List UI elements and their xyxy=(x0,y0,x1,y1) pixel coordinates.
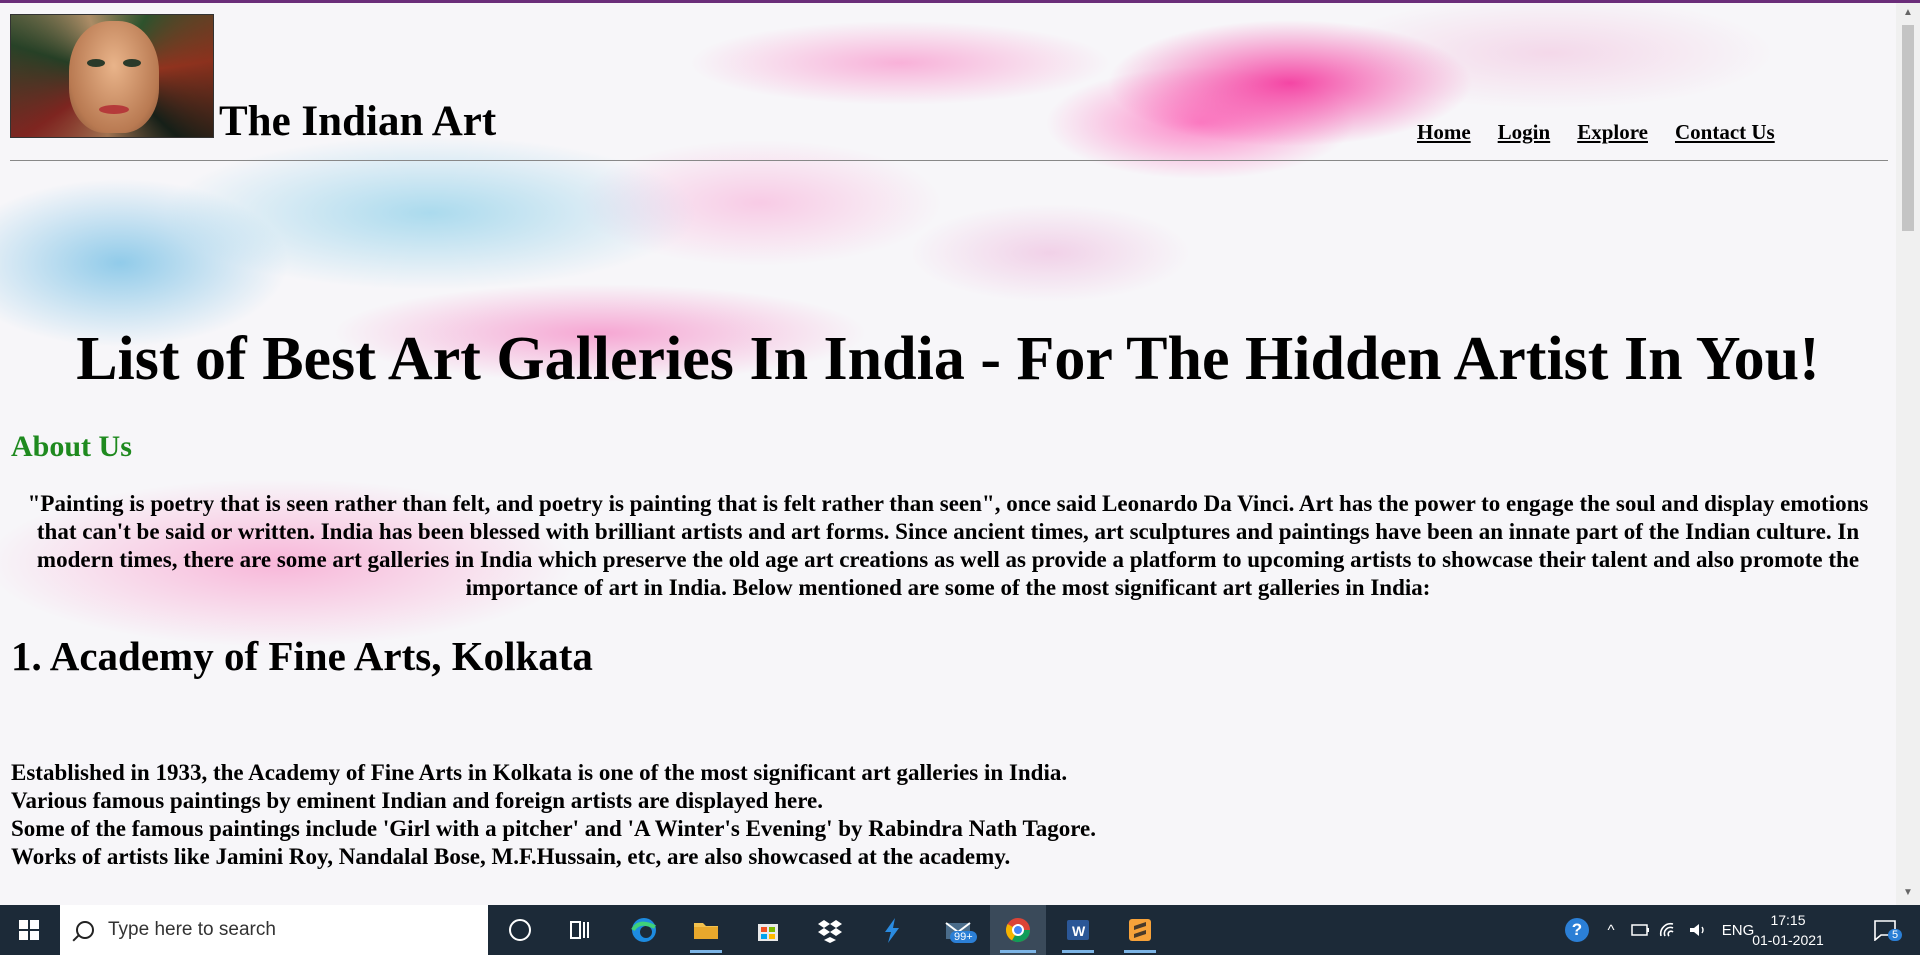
main-nav: Home Login Explore Contact Us xyxy=(1417,120,1775,145)
nav-home-link[interactable]: Home xyxy=(1417,120,1471,145)
dropbox-icon xyxy=(818,920,842,943)
store-app[interactable] xyxy=(742,905,794,955)
windows-logo-icon xyxy=(19,920,39,940)
site-logo[interactable] xyxy=(10,14,214,138)
language-label: ENG xyxy=(1721,921,1755,939)
scroll-down-arrow-icon[interactable]: ▼ xyxy=(1903,887,1913,898)
taskbar-search-box[interactable]: Type here to search xyxy=(60,905,488,955)
task-view-icon xyxy=(570,921,589,939)
dropbox-app[interactable] xyxy=(804,905,856,955)
mail-app[interactable]: 99+ xyxy=(930,905,986,955)
lightning-app-icon xyxy=(885,918,899,943)
word-app[interactable]: W xyxy=(1052,905,1104,955)
logo-lips xyxy=(99,105,129,114)
help-tray-button[interactable]: ? xyxy=(1560,905,1594,955)
section-heading: 1. Academy of Fine Arts, Kolkata xyxy=(11,633,593,679)
store-bag-icon xyxy=(758,924,778,941)
wifi-tray-button[interactable] xyxy=(1656,905,1682,955)
speaker-icon xyxy=(1690,924,1704,936)
chrome-app[interactable] xyxy=(990,905,1046,955)
section-description: Established in 1933, the Academy of Fine… xyxy=(11,759,1096,871)
edge-browser-icon xyxy=(631,918,656,942)
start-button[interactable] xyxy=(0,905,58,955)
nav-explore-link[interactable]: Explore xyxy=(1577,120,1648,145)
logo-face-art xyxy=(69,21,159,133)
task-view-button[interactable] xyxy=(556,905,604,955)
word-icon: W xyxy=(1067,920,1089,940)
fact-line: Various famous paintings by eminent Indi… xyxy=(11,788,823,813)
app-running-indicator xyxy=(690,950,722,953)
chrome-icon xyxy=(1005,918,1030,943)
about-us-heading: About Us xyxy=(11,430,132,463)
battery-icon xyxy=(1631,924,1649,936)
file-explorer-app[interactable] xyxy=(680,905,732,955)
sublime-app[interactable] xyxy=(1114,905,1166,955)
battery-tray-button[interactable] xyxy=(1628,905,1654,955)
cortana-circle-icon xyxy=(509,919,531,941)
search-icon xyxy=(76,921,94,939)
volume-tray-button[interactable] xyxy=(1684,905,1712,955)
taskbar-clock[interactable]: 17:15 01-01-2021 xyxy=(1752,905,1824,955)
notification-count-badge: 5 xyxy=(1888,929,1903,941)
edge-app[interactable] xyxy=(618,905,670,955)
chevron-up-icon: ^ xyxy=(1607,921,1615,939)
logo-eye xyxy=(123,59,141,67)
folder-icon xyxy=(694,923,718,939)
logo-eye xyxy=(87,59,105,67)
fact-line: Works of artists like Jamini Roy, Nandal… xyxy=(11,844,1011,869)
app-running-indicator xyxy=(1000,950,1036,953)
vscode-app[interactable] xyxy=(866,905,918,955)
sublime-text-icon xyxy=(1129,919,1151,941)
search-placeholder: Type here to search xyxy=(108,919,276,940)
mail-badge: 99+ xyxy=(950,931,977,943)
svg-text:W: W xyxy=(1072,923,1086,939)
page-headline: List of Best Art Galleries In India - Fo… xyxy=(76,325,1820,393)
show-hidden-icons-button[interactable]: ^ xyxy=(1598,905,1624,955)
app-running-indicator xyxy=(1062,950,1094,953)
scrollbar-thumb[interactable] xyxy=(1902,25,1914,231)
help-icon: ? xyxy=(1565,918,1589,942)
nav-login-link[interactable]: Login xyxy=(1498,120,1551,145)
action-center-button[interactable]: 5 xyxy=(1862,905,1908,955)
fact-line: Established in 1933, the Academy of Fine… xyxy=(11,760,1068,785)
intro-paragraph: "Painting is poetry that is seen rather … xyxy=(27,491,1869,600)
app-running-indicator xyxy=(1124,950,1156,953)
header-divider xyxy=(10,160,1888,161)
page-scrollbar[interactable]: ▲ ▼ xyxy=(1896,3,1920,905)
cortana-button[interactable] xyxy=(496,905,544,955)
clock-date: 01-01-2021 xyxy=(1752,932,1824,948)
site-title: The Indian Art xyxy=(219,98,497,145)
clock-time: 17:15 xyxy=(1770,912,1806,928)
scroll-up-arrow-icon[interactable]: ▲ xyxy=(1903,7,1913,18)
fact-line: Some of the famous paintings include 'Gi… xyxy=(11,816,1096,841)
nav-contact-link[interactable]: Contact Us xyxy=(1675,120,1775,145)
windows-taskbar: Type here to search 99+ W ? ^ ENG 17:15 … xyxy=(0,905,1920,955)
wifi-icon xyxy=(1659,922,1674,937)
